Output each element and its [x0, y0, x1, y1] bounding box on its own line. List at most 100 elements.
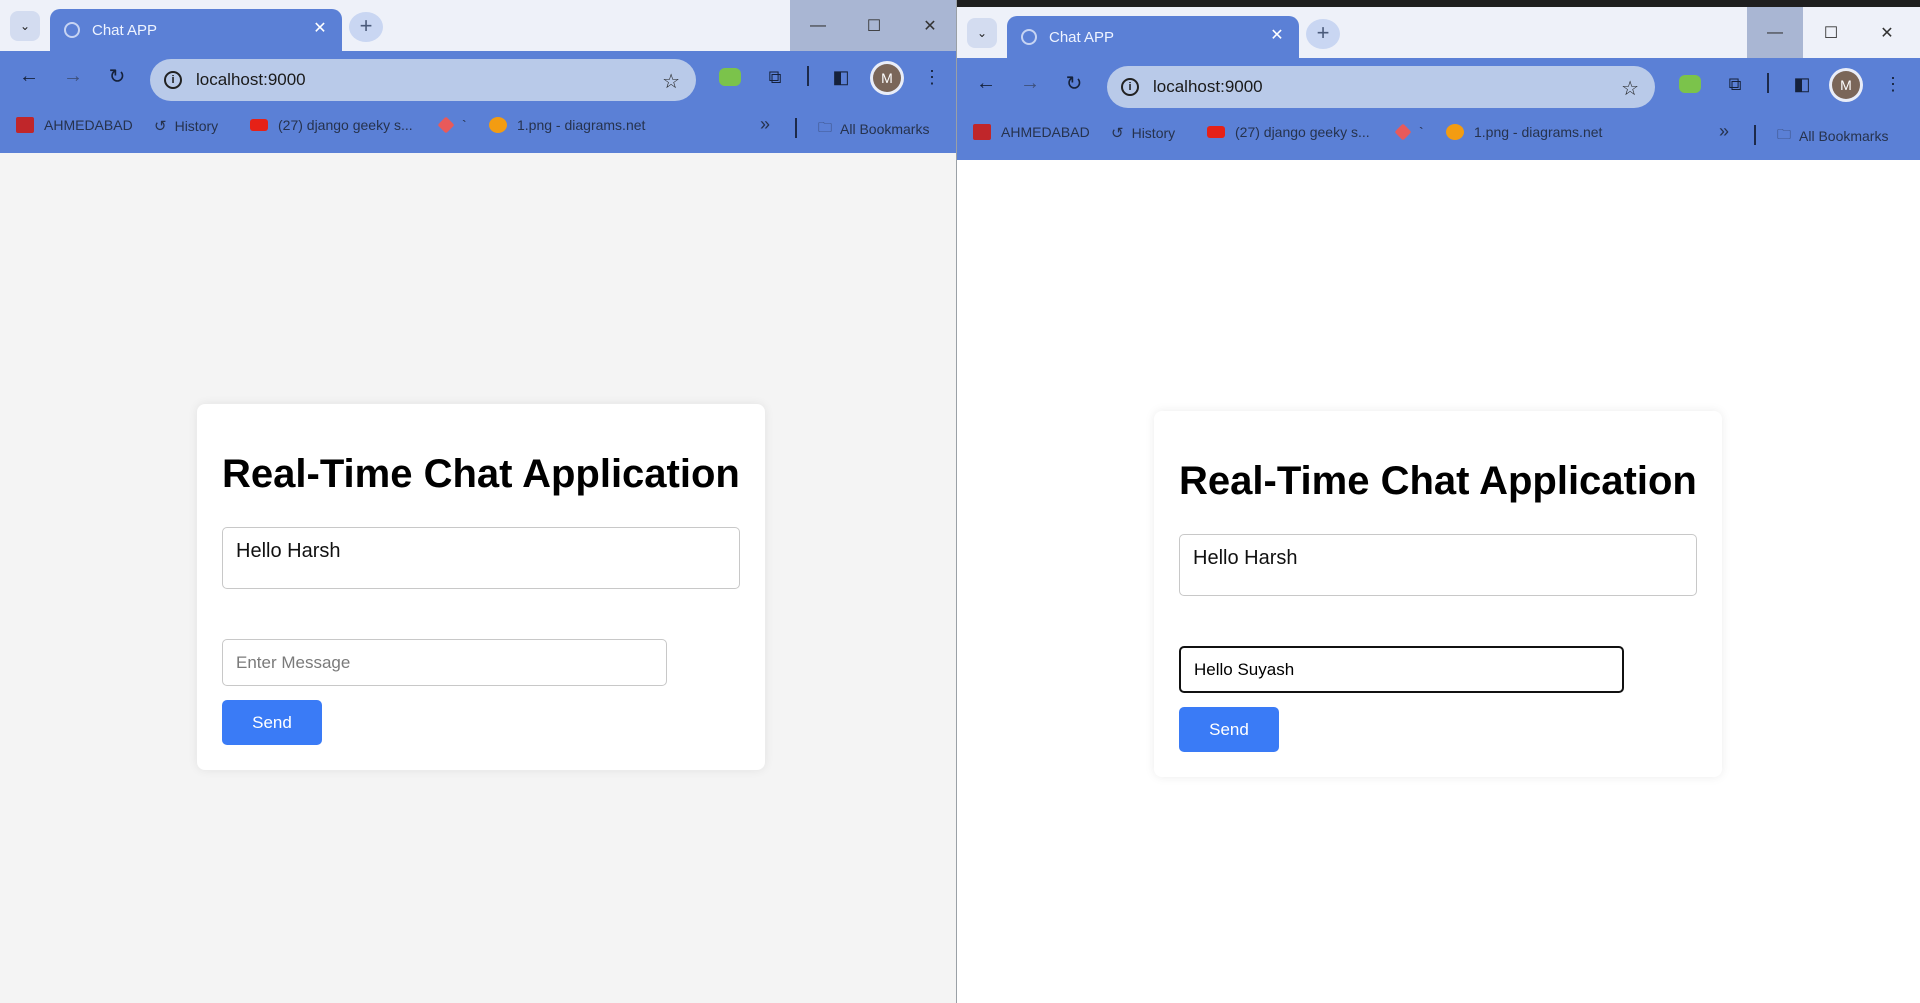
- url-text: localhost:9000: [196, 70, 306, 89]
- bookmark-diamond-icon: [437, 116, 455, 134]
- star-icon[interactable]: ☆: [662, 69, 680, 94]
- minimize-icon: —: [810, 16, 826, 34]
- page-title: Real-Time Chat Application: [222, 452, 740, 496]
- news-logo-icon: [973, 124, 991, 140]
- kebab-menu-icon[interactable]: ⋮: [920, 65, 944, 89]
- new-tab-button[interactable]: +: [1306, 19, 1340, 49]
- send-button[interactable]: Send: [222, 700, 322, 745]
- tab-list-button[interactable]: ⌄: [10, 11, 40, 41]
- tab-title: Chat APP: [1049, 28, 1115, 46]
- message-input[interactable]: [1179, 646, 1624, 693]
- profile-avatar[interactable]: M: [1829, 68, 1863, 102]
- minimize-button[interactable]: —: [790, 0, 846, 51]
- maximize-icon: ☐: [866, 17, 882, 35]
- chevron-down-icon: ⌄: [976, 26, 988, 40]
- tab-strip: ⌄ Chat APP ✕ + — ☐ ✕: [957, 7, 1920, 58]
- info-icon[interactable]: i: [164, 71, 182, 89]
- reload-button[interactable]: ↻: [102, 61, 132, 91]
- back-arrow-icon: ←: [19, 64, 39, 87]
- page-content: Real-Time Chat Application Hello Harsh S…: [0, 153, 956, 1003]
- bookmarks-divider: [795, 118, 797, 138]
- tab-chat-app[interactable]: Chat APP ✕: [50, 9, 342, 51]
- page-content: Real-Time Chat Application Hello Harsh S…: [957, 160, 1920, 1003]
- forward-arrow-icon: →: [63, 64, 83, 87]
- forward-button[interactable]: →: [1015, 68, 1045, 98]
- address-bar[interactable]: i localhost:9000 ☆: [150, 59, 696, 101]
- chevron-down-icon: ⌄: [19, 19, 31, 33]
- bookmarks-divider: [1754, 125, 1756, 145]
- puzzle-extensions-icon[interactable]: ⧉: [1723, 72, 1747, 96]
- message-input[interactable]: [222, 639, 667, 686]
- history-icon: ↺: [1111, 125, 1124, 142]
- bookmark-history[interactable]: ↺ History: [1111, 124, 1175, 142]
- back-button[interactable]: ←: [971, 68, 1001, 98]
- url-text: localhost:9000: [1153, 77, 1263, 96]
- close-icon[interactable]: ✕: [312, 21, 328, 37]
- minimize-button[interactable]: —: [1747, 7, 1803, 58]
- bookmark-ahmedabad[interactable]: AHMEDABAD: [973, 124, 1090, 140]
- back-button[interactable]: ←: [14, 61, 44, 91]
- minimize-icon: —: [1767, 23, 1783, 41]
- forward-button[interactable]: →: [58, 61, 88, 91]
- plus-icon: +: [359, 13, 373, 38]
- reload-button[interactable]: ↻: [1059, 68, 1089, 98]
- address-bar[interactable]: i localhost:9000 ☆: [1107, 66, 1655, 108]
- puzzle-extensions-icon[interactable]: ⧉: [763, 65, 787, 89]
- chat-card: Real-Time Chat Application Hello Harsh S…: [1154, 411, 1722, 777]
- bookmark-ahmedabad[interactable]: AHMEDABAD: [16, 117, 133, 133]
- reload-icon: ↻: [108, 65, 126, 88]
- kebab-menu-icon[interactable]: ⋮: [1881, 72, 1905, 96]
- frog-extension-icon[interactable]: [719, 68, 741, 86]
- folder-icon: 🗀: [1777, 126, 1791, 142]
- close-icon: ✕: [923, 17, 937, 35]
- close-icon: ✕: [1880, 24, 1894, 42]
- maximize-button[interactable]: ☐: [846, 0, 902, 51]
- diagrams-icon: [489, 117, 507, 133]
- globe-icon: [64, 22, 80, 38]
- close-window-button[interactable]: ✕: [1859, 7, 1915, 58]
- bookmark-diagrams[interactable]: 1.png - diagrams.net: [1446, 124, 1602, 140]
- profile-avatar[interactable]: M: [870, 61, 904, 95]
- star-icon[interactable]: ☆: [1621, 76, 1639, 101]
- bookmarks-bar: AHMEDABAD ↺ History (27) django geeky s..…: [0, 101, 956, 153]
- sidebar-icon[interactable]: ◧: [1790, 72, 1814, 96]
- bookmarks-bar: AHMEDABAD ↺ History (27) django geeky s..…: [957, 108, 1920, 160]
- chat-log: Hello Harsh: [1179, 534, 1697, 596]
- tab-chat-app[interactable]: Chat APP ✕: [1007, 16, 1299, 58]
- bookmarks-overflow-button[interactable]: »: [1719, 121, 1729, 142]
- folder-icon: 🗀: [818, 119, 832, 135]
- bookmark-diagrams[interactable]: 1.png - diagrams.net: [489, 117, 645, 133]
- diagrams-icon: [1446, 124, 1464, 140]
- bookmarks-overflow-button[interactable]: »: [760, 114, 770, 135]
- bookmark-backtick[interactable]: `: [437, 116, 467, 134]
- close-icon[interactable]: ✕: [1269, 28, 1285, 44]
- send-button[interactable]: Send: [1179, 707, 1279, 752]
- toolbar: ← → ↻ i localhost:9000 ☆ ⧉ ◧ M ⋮: [957, 58, 1920, 108]
- reload-icon: ↻: [1065, 72, 1083, 95]
- tab-title: Chat APP: [92, 21, 158, 39]
- browser-window-left: ⌄ Chat APP ✕ + — ☐ ✕ ← → ↻ i localhost:9…: [0, 0, 957, 1003]
- frog-extension-icon[interactable]: [1679, 75, 1701, 93]
- browser-window-right: ⌄ Chat APP ✕ + — ☐ ✕ ← → ↻ i localhost:9…: [957, 7, 1920, 1003]
- bookmark-backtick[interactable]: `: [1394, 123, 1424, 141]
- close-window-button[interactable]: ✕: [902, 0, 956, 51]
- sidebar-icon[interactable]: ◧: [829, 65, 853, 89]
- bookmark-django[interactable]: (27) django geeky s...: [250, 117, 413, 133]
- bookmark-django[interactable]: (27) django geeky s...: [1207, 124, 1370, 140]
- all-bookmarks[interactable]: 🗀 All Bookmarks: [1777, 124, 1888, 148]
- toolbar-divider: [1767, 73, 1769, 93]
- tab-list-button[interactable]: ⌄: [967, 18, 997, 48]
- chat-card: Real-Time Chat Application Hello Harsh S…: [197, 404, 765, 770]
- maximize-button[interactable]: ☐: [1803, 7, 1859, 58]
- bookmark-history[interactable]: ↺ History: [154, 117, 218, 135]
- youtube-icon: [250, 119, 268, 131]
- info-icon[interactable]: i: [1121, 78, 1139, 96]
- avatar-initial: M: [873, 64, 901, 92]
- all-bookmarks[interactable]: 🗀 All Bookmarks: [818, 117, 929, 141]
- youtube-icon: [1207, 126, 1225, 138]
- new-tab-button[interactable]: +: [349, 12, 383, 42]
- bookmark-diamond-icon: [1394, 123, 1412, 141]
- tab-strip: ⌄ Chat APP ✕ + — ☐ ✕: [0, 0, 956, 51]
- history-icon: ↺: [154, 118, 167, 135]
- page-title: Real-Time Chat Application: [1179, 459, 1697, 503]
